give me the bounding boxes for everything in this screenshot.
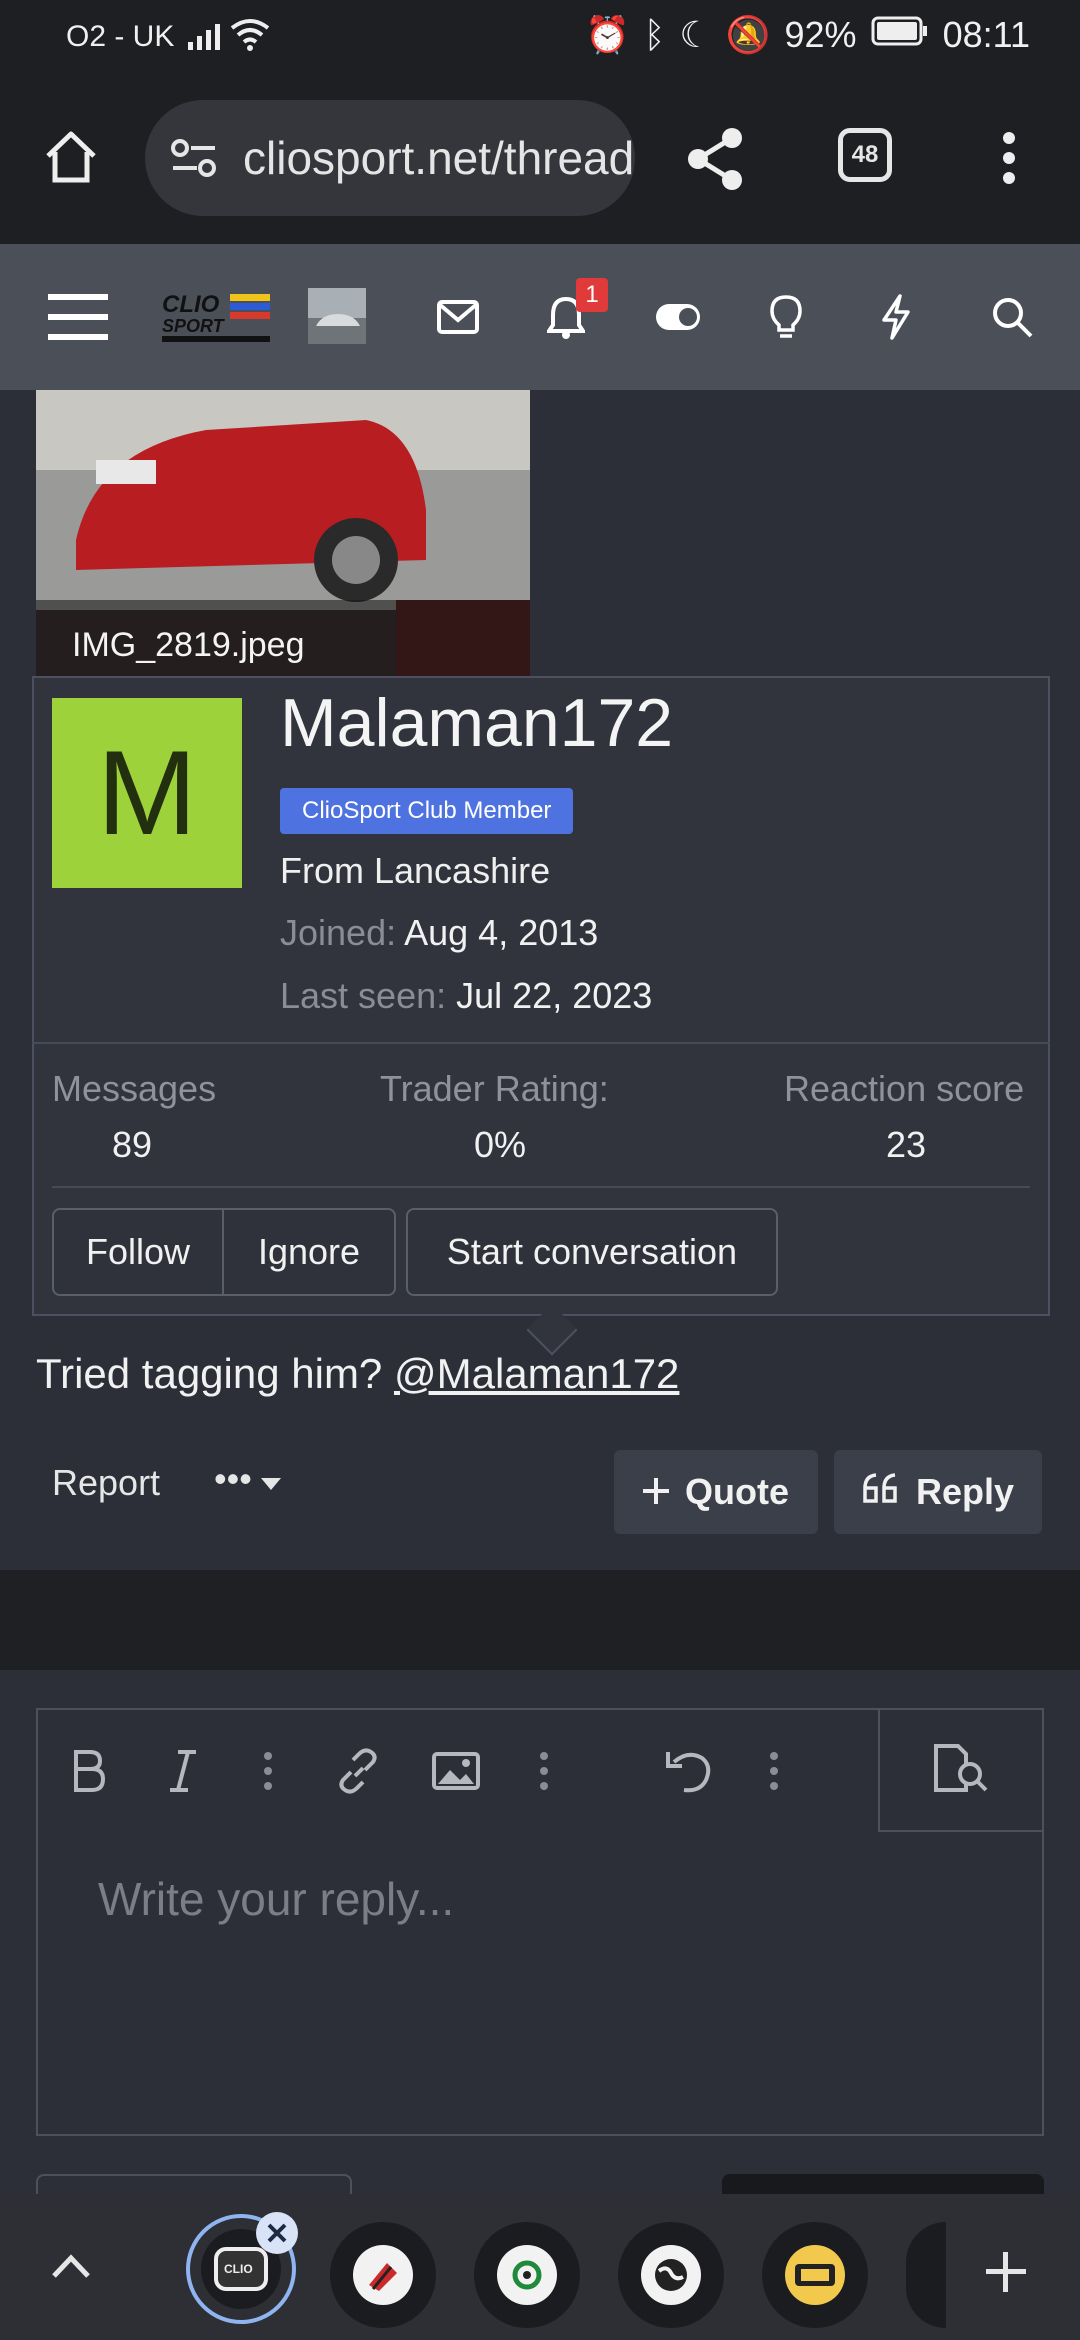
bold-icon[interactable] [38, 1710, 138, 1832]
chevron-up-icon[interactable] [50, 2252, 92, 2285]
more-insert-options-icon[interactable] [504, 1710, 584, 1832]
tab-2[interactable] [330, 2222, 436, 2328]
bell-icon[interactable] [526, 244, 606, 390]
tooltip-divider [32, 1042, 1050, 1044]
stats-divider [52, 1186, 1030, 1188]
stat-messages-value[interactable]: 89 [112, 1124, 152, 1166]
section-separator [0, 1570, 1080, 1670]
lightbulb-icon[interactable] [746, 244, 826, 390]
post-body: Tried tagging him? @Malaman172 [36, 1350, 679, 1398]
post-text: Tried tagging him? [36, 1350, 394, 1397]
mute-icon: 🔕 [725, 14, 771, 55]
bluetooth-icon: ᛒ [643, 14, 666, 55]
stat-messages-label: Messages [52, 1068, 217, 1109]
image-icon[interactable] [408, 1710, 504, 1832]
home-icon[interactable] [40, 126, 102, 193]
report-link[interactable]: Report [52, 1462, 160, 1504]
italic-icon[interactable] [138, 1710, 228, 1832]
notification-badge: 1 [576, 278, 608, 312]
more-text-options-icon[interactable] [228, 1710, 308, 1832]
user-avatar[interactable] [308, 288, 366, 344]
reply-button[interactable]: Reply [834, 1450, 1042, 1534]
link-icon[interactable] [308, 1710, 408, 1832]
battery-percent: 92% [784, 14, 857, 55]
alarm-icon: ⏰ [584, 14, 630, 55]
stat-reaction-value: 23 [886, 1124, 927, 1165]
reply-placeholder[interactable]: Write your reply... [98, 1872, 454, 1926]
tab-5[interactable] [762, 2222, 868, 2328]
start-conversation-button[interactable]: Start conversation [406, 1208, 778, 1296]
carrier-label: O2 - UK [66, 20, 175, 53]
member-joined: Joined: Aug 4, 2013 [280, 912, 598, 954]
quote-button[interactable]: Quote [614, 1450, 818, 1534]
status-right-group: ⏰ ᛒ ☾ 🔕 92% 08:11 [585, 14, 1030, 56]
hamburger-menu-icon[interactable] [38, 244, 118, 390]
svg-text:SPORT: SPORT [162, 316, 226, 336]
stat-trader-value: 0% [474, 1124, 527, 1165]
reply-label: Reply [915, 1471, 1015, 1512]
more-actions-menu[interactable]: ••• [214, 1458, 282, 1500]
battery-icon [871, 14, 929, 56]
plus-icon [643, 1471, 669, 1513]
signal-icon [188, 22, 222, 57]
tab-5-favicon [785, 2245, 845, 2305]
search-icon[interactable] [972, 244, 1052, 390]
stat-reaction-label: Reaction score [784, 1068, 1025, 1109]
tab-3[interactable] [474, 2222, 580, 2328]
svg-text:CLIO: CLIO [224, 2262, 253, 2276]
tab-switcher-button[interactable]: 48 [838, 128, 892, 182]
tab-4[interactable] [618, 2222, 724, 2328]
member-username[interactable]: Malaman172 [280, 684, 673, 762]
url-text: cliosport.net/threads [243, 132, 635, 184]
attachment-filename[interactable]: IMG_2819.jpeg [72, 626, 305, 665]
close-tab-icon[interactable] [256, 2212, 298, 2254]
quote-label: Quote [685, 1471, 789, 1512]
joined-value: Aug 4, 2013 [404, 912, 599, 953]
wifi-icon [230, 18, 270, 57]
address-bar[interactable]: cliosport.net/threads [145, 100, 635, 216]
share-icon[interactable] [684, 126, 746, 197]
joined-label: Joined: [280, 912, 397, 953]
cliosport-logo[interactable]: CLIO SPORT [160, 288, 274, 344]
stat-trader-label: Trader Rating: [380, 1068, 609, 1109]
tab-2-favicon [353, 2245, 413, 2305]
more-dots: ••• [214, 1458, 252, 1499]
clock: 08:11 [942, 14, 1030, 55]
last-seen-label: Last seen: [280, 975, 447, 1016]
member-title-badge: ClioSport Club Member [280, 788, 574, 834]
undo-icon[interactable] [624, 1710, 754, 1832]
ignore-button[interactable]: Ignore [222, 1208, 396, 1296]
more-editor-options-icon[interactable] [754, 1710, 794, 1832]
user-mention-link[interactable]: @Malaman172 [394, 1350, 679, 1397]
inbox-icon[interactable] [418, 244, 498, 390]
preview-search-icon [932, 1742, 990, 1799]
theme-toggle-icon[interactable] [638, 244, 718, 390]
bolt-icon[interactable] [856, 244, 936, 390]
member-last-seen: Last seen: Jul 22, 2023 [280, 975, 652, 1017]
overflow-menu-icon[interactable] [996, 130, 1022, 191]
reply-quote-icon [862, 1471, 900, 1513]
site-settings-icon[interactable] [171, 138, 217, 178]
preview-button[interactable] [878, 1710, 1042, 1832]
chevron-down-icon [260, 1458, 282, 1500]
member-location: From Lancashire [280, 850, 551, 891]
member-avatar[interactable]: M [52, 698, 242, 888]
globe-icon [641, 2245, 701, 2305]
editor-toolbar [38, 1710, 878, 1832]
moon-icon: ☾ [679, 14, 712, 55]
new-tab-plus-icon[interactable] [984, 2250, 1028, 2299]
last-seen-value: Jul 22, 2023 [456, 975, 653, 1016]
tab-3-favicon [497, 2245, 557, 2305]
follow-button[interactable]: Follow [52, 1208, 224, 1296]
svg-text:CLIO: CLIO [162, 291, 220, 318]
